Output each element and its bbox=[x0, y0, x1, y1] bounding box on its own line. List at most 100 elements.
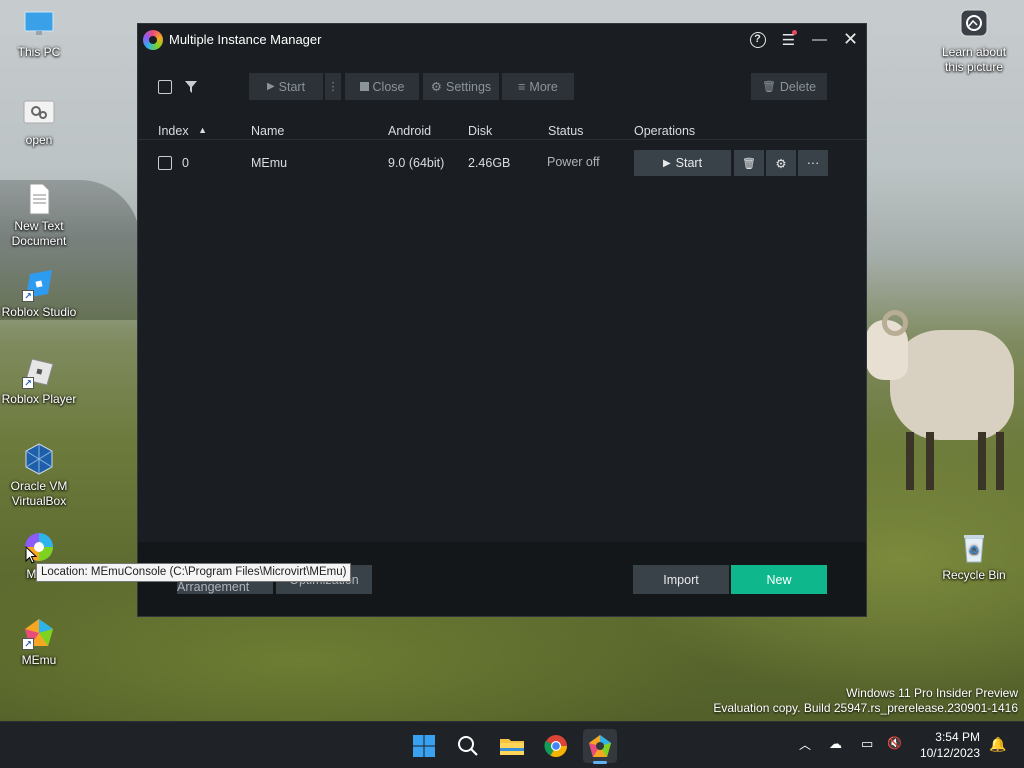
toolbar-start-button[interactable]: ▶ Start bbox=[249, 73, 323, 100]
search-button[interactable] bbox=[451, 729, 485, 763]
volume-muted-icon[interactable]: 🔇 bbox=[887, 736, 902, 750]
column-header-disk: Disk bbox=[468, 124, 493, 138]
monitor-icon bbox=[22, 8, 56, 42]
desktop-icon-memu[interactable]: ↗ MEmu bbox=[0, 616, 79, 668]
tray-overflow-chevron[interactable]: ︿ bbox=[799, 736, 811, 753]
desktop-icon-label: MEmu bbox=[21, 653, 57, 667]
notifications-bell-icon[interactable]: 🔔 bbox=[989, 736, 1006, 753]
chrome-button[interactable] bbox=[539, 729, 573, 763]
close-icon: ✕ bbox=[842, 29, 859, 49]
toolbar-close-button[interactable]: Close bbox=[345, 73, 419, 100]
roblox-player-icon: ↗ bbox=[22, 355, 56, 389]
taskbar: ︿ ☁ ▭ 🔇 3:54 PM 10/12/2023 🔔 bbox=[0, 721, 1024, 768]
row-delete-button[interactable]: 🗑 bbox=[734, 150, 764, 176]
play-icon: ▶ bbox=[662, 157, 671, 169]
camera-lens-icon bbox=[957, 8, 991, 42]
desktop-icon-new-text-document[interactable]: New Text Document bbox=[0, 182, 79, 249]
desktop-icon-recycle-bin[interactable]: ♻ Recycle Bin bbox=[934, 531, 1014, 583]
desktop-icon-virtualbox[interactable]: Oracle VM VirtualBox bbox=[0, 442, 79, 509]
row-settings-button[interactable]: ⚙ bbox=[766, 150, 796, 176]
window-title: Multiple Instance Manager bbox=[169, 32, 322, 47]
watermark-line-2: Evaluation copy. Build 25947.rs_prerelea… bbox=[713, 701, 1018, 715]
filter-icon[interactable] bbox=[184, 80, 198, 94]
header-divider bbox=[138, 139, 866, 140]
desktop-icon-open[interactable]: open bbox=[0, 96, 79, 148]
shortcut-arrow-icon: ↗ bbox=[22, 377, 34, 389]
settings-file-icon bbox=[22, 96, 56, 130]
memu-icon: ↗ bbox=[22, 616, 56, 650]
memu-taskbar-button[interactable] bbox=[583, 729, 617, 764]
close-window-button[interactable]: ✕ bbox=[835, 24, 866, 55]
help-button[interactable]: ? bbox=[742, 24, 773, 55]
row-start-button[interactable]: ▶ Start bbox=[634, 150, 731, 176]
desktop-icon-label: Roblox Studio bbox=[1, 305, 77, 319]
virtualbox-icon bbox=[22, 442, 56, 476]
network-icon[interactable]: ▭ bbox=[861, 736, 873, 752]
toolbar-delete-button[interactable]: 🗑 Delete bbox=[751, 73, 827, 100]
select-all-checkbox[interactable] bbox=[158, 80, 172, 94]
clock-date: 10/12/2023 bbox=[919, 746, 980, 760]
more-dots-icon: ··· bbox=[806, 156, 820, 170]
toolbar-settings-button[interactable]: ⚙ Settings bbox=[423, 73, 499, 100]
play-icon: ▶ bbox=[266, 81, 275, 92]
clock[interactable]: 3:54 PM 10/12/2023 bbox=[920, 729, 980, 761]
column-header-status: Status bbox=[548, 124, 584, 138]
row-status: Power off bbox=[547, 155, 600, 169]
multiple-instance-manager-window: Multiple Instance Manager ? ☰ — ✕ ▶ Star… bbox=[137, 23, 867, 617]
row-more-button[interactable]: ··· bbox=[798, 150, 828, 176]
memu-icon bbox=[589, 735, 611, 757]
gear-icon: ⚙ bbox=[775, 156, 787, 171]
text-document-icon bbox=[22, 182, 56, 216]
table-row[interactable]: 0 MEmu 9.0 (64bit) 2.46GB Power off ▶ St… bbox=[138, 149, 866, 177]
toolbar-more-button[interactable]: ≡ More bbox=[502, 73, 574, 100]
row-name: MEmu bbox=[251, 156, 288, 170]
toolbar-start-dropdown[interactable]: ⋮ bbox=[325, 73, 341, 100]
row-checkbox[interactable] bbox=[158, 156, 172, 170]
active-app-indicator bbox=[593, 761, 607, 764]
trash-icon: 🗑 bbox=[761, 81, 776, 93]
import-button[interactable]: Import bbox=[633, 565, 729, 594]
desktop-icon-roblox-studio[interactable]: ↗ Roblox Studio bbox=[0, 268, 79, 320]
stop-icon bbox=[359, 82, 369, 91]
onedrive-icon[interactable]: ☁ bbox=[829, 736, 842, 752]
column-header-android: Android bbox=[388, 124, 432, 138]
location-tooltip: Location: MEmuConsole (C:\Program Files\… bbox=[36, 563, 352, 582]
new-button[interactable]: New bbox=[731, 565, 827, 594]
windows-logo-icon bbox=[413, 735, 435, 757]
start-button[interactable] bbox=[407, 729, 441, 763]
gear-icon: ⚙ bbox=[430, 80, 443, 94]
file-explorer-button[interactable] bbox=[495, 729, 529, 763]
toolbar: ▶ Start ⋮ Close ⚙ Settings ≡ More 🗑 Dele… bbox=[138, 55, 866, 125]
desktop-icon-roblox-player[interactable]: ↗ Roblox Player bbox=[0, 355, 79, 407]
trash-icon: 🗑 bbox=[742, 157, 756, 170]
app-logo-icon bbox=[143, 29, 163, 50]
watermark-line-1: Windows 11 Pro Insider Preview bbox=[846, 686, 1018, 700]
desktop-icon-label: Oracle VM VirtualBox bbox=[10, 479, 68, 508]
desktop-icon-this-pc[interactable]: This PC bbox=[0, 8, 79, 60]
folder-icon bbox=[500, 739, 524, 755]
menu-button[interactable]: ☰ bbox=[773, 24, 804, 55]
desktop-icon-label: Recycle Bin bbox=[942, 568, 1006, 582]
minimize-button[interactable]: — bbox=[804, 24, 835, 55]
row-android-version: 9.0 (64bit) bbox=[388, 156, 445, 170]
help-icon: ? bbox=[749, 31, 766, 48]
desktop-icon-label: Learn about this picture bbox=[941, 45, 1007, 74]
minimize-icon: — bbox=[812, 31, 827, 48]
wallpaper-sheep bbox=[866, 310, 1016, 500]
recycle-bin-icon: ♻ bbox=[957, 531, 991, 565]
column-header-index[interactable]: Index ▲ bbox=[158, 124, 207, 138]
clock-time: 3:54 PM bbox=[935, 730, 980, 744]
search-icon bbox=[458, 736, 478, 756]
desktop-icon-label: New Text Document bbox=[11, 219, 67, 248]
column-header-operations: Operations bbox=[634, 124, 696, 138]
row-index: 0 bbox=[182, 156, 189, 170]
title-bar[interactable]: Multiple Instance Manager ? ☰ — ✕ bbox=[138, 24, 866, 55]
shortcut-arrow-icon: ↗ bbox=[22, 290, 34, 302]
windows-watermark: Windows 11 Pro Insider Preview Evaluatio… bbox=[713, 686, 1018, 716]
row-disk-size: 2.46GB bbox=[468, 156, 511, 170]
vertical-dots-icon: ⋮ bbox=[327, 81, 339, 93]
list-icon: ≡ bbox=[518, 79, 526, 94]
desktop-icon-learn-about-picture[interactable]: Learn about this picture bbox=[934, 8, 1014, 75]
desktop-icon-label: Roblox Player bbox=[1, 392, 77, 406]
desktop-icon-label: This PC bbox=[17, 45, 61, 59]
